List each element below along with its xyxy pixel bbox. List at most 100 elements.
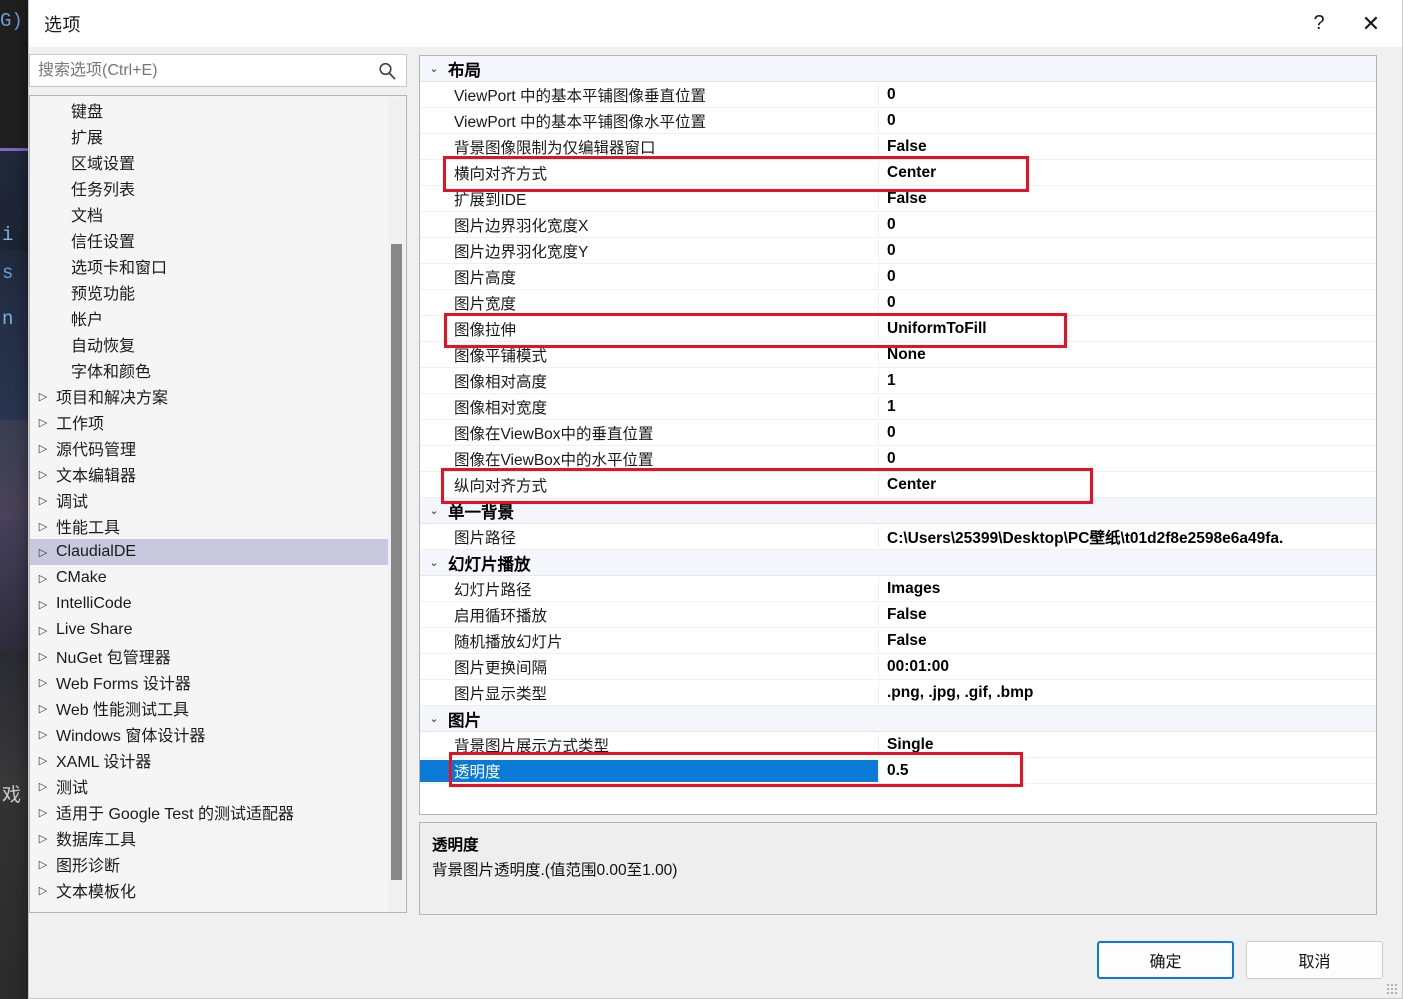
sidebar-item[interactable]: ▷ 文本编辑器: [30, 461, 388, 487]
sidebar-item[interactable]: ▷ 图形诊断: [30, 851, 388, 877]
property-row[interactable]: 图片边界羽化宽度X 0: [420, 212, 1376, 238]
property-row[interactable]: 幻灯片路径 Images: [420, 576, 1376, 602]
sidebar-item[interactable]: ▷ 性能工具: [30, 513, 388, 539]
sidebar-item[interactable]: 字体和颜色: [30, 357, 388, 383]
property-value[interactable]: False: [879, 190, 1376, 208]
tree-scrollbar[interactable]: [388, 97, 405, 912]
sidebar-item[interactable]: ▷ 项目和解决方案: [30, 383, 388, 409]
property-row[interactable]: 图片显示类型 .png, .jpg, .gif, .bmp: [420, 680, 1376, 706]
chevron-right-icon[interactable]: ▷: [33, 858, 53, 871]
sidebar-item[interactable]: 任务列表: [30, 175, 388, 201]
chevron-right-icon[interactable]: ▷: [33, 598, 53, 611]
property-value[interactable]: 1: [879, 372, 1376, 390]
sidebar-item[interactable]: 键盘: [30, 97, 388, 123]
property-value[interactable]: False: [879, 606, 1376, 624]
property-value[interactable]: C:\Users\25399\Desktop\PC壁纸\t01d2f8e2598…: [879, 526, 1376, 548]
property-row[interactable]: 图像在ViewBox中的水平位置 0: [420, 446, 1376, 472]
sidebar-item[interactable]: ▷ Web 性能测试工具: [30, 695, 388, 721]
close-button[interactable]: ✕: [1348, 0, 1394, 47]
property-section-header[interactable]: ⌄ 图片: [420, 706, 1376, 732]
chevron-right-icon[interactable]: ▷: [33, 806, 53, 819]
property-grid[interactable]: ⌄ 布局 ViewPort 中的基本平铺图像垂直位置 0 ViewPort 中的基本平铺…: [419, 55, 1377, 815]
property-value[interactable]: Center: [879, 164, 1376, 182]
property-row[interactable]: 图片边界羽化宽度Y 0: [420, 238, 1376, 264]
property-value[interactable]: 0: [879, 268, 1376, 286]
property-value[interactable]: 0: [879, 424, 1376, 442]
help-button[interactable]: ?: [1296, 0, 1342, 47]
chevron-right-icon[interactable]: ▷: [33, 728, 53, 741]
property-row[interactable]: 图像拉伸 UniformToFill: [420, 316, 1376, 342]
chevron-right-icon[interactable]: ▷: [33, 676, 53, 689]
chevron-right-icon[interactable]: ▷: [33, 520, 53, 533]
sidebar-item[interactable]: ▷ Web Forms 设计器: [30, 669, 388, 695]
property-value[interactable]: Images: [879, 580, 1376, 598]
property-value[interactable]: 0: [879, 112, 1376, 130]
chevron-right-icon[interactable]: ▷: [33, 650, 53, 663]
property-row[interactable]: 图片宽度 0: [420, 290, 1376, 316]
property-row[interactable]: 横向对齐方式 Center: [420, 160, 1376, 186]
resize-grip[interactable]: [1386, 983, 1398, 995]
property-value[interactable]: False: [879, 138, 1376, 156]
chevron-right-icon[interactable]: ▷: [33, 416, 53, 429]
property-row[interactable]: 图像平铺模式 None: [420, 342, 1376, 368]
chevron-right-icon[interactable]: ▷: [33, 468, 53, 481]
sidebar-item[interactable]: 预览功能: [30, 279, 388, 305]
property-value[interactable]: 0.5: [879, 761, 1376, 780]
chevron-right-icon[interactable]: ▷: [33, 546, 53, 559]
property-value[interactable]: False: [879, 632, 1376, 650]
property-row[interactable]: 透明度 0.5: [420, 758, 1376, 784]
chevron-down-icon[interactable]: ⌄: [420, 62, 448, 75]
chevron-right-icon[interactable]: ▷: [33, 832, 53, 845]
chevron-right-icon[interactable]: ▷: [33, 884, 53, 897]
tree-scrollbar-thumb[interactable]: [391, 243, 402, 881]
property-value[interactable]: 1: [879, 398, 1376, 416]
property-section-header[interactable]: ⌄ 布局: [420, 56, 1376, 82]
sidebar-item[interactable]: ▷ 调试: [30, 487, 388, 513]
search-box[interactable]: [29, 54, 407, 87]
ok-button[interactable]: 确定: [1097, 941, 1234, 979]
property-value[interactable]: 0: [879, 294, 1376, 312]
sidebar-item[interactable]: ▷ 适用于 Google Test 的测试适配器: [30, 799, 388, 825]
sidebar-item[interactable]: ▷ XAML 设计器: [30, 747, 388, 773]
property-section-header[interactable]: ⌄ 单一背景: [420, 498, 1376, 524]
chevron-right-icon[interactable]: ▷: [33, 442, 53, 455]
chevron-right-icon[interactable]: ▷: [33, 702, 53, 715]
cancel-button[interactable]: 取消: [1246, 941, 1383, 979]
sidebar-item[interactable]: ▷ Windows 窗体设计器: [30, 721, 388, 747]
property-row[interactable]: ViewPort 中的基本平铺图像垂直位置 0: [420, 82, 1376, 108]
chevron-right-icon[interactable]: ▷: [33, 624, 53, 637]
property-value[interactable]: None: [879, 346, 1376, 364]
property-row[interactable]: 背景图片展示方式类型 Single: [420, 732, 1376, 758]
property-value[interactable]: 0: [879, 242, 1376, 260]
property-row[interactable]: 图片更换间隔 00:01:00: [420, 654, 1376, 680]
chevron-down-icon[interactable]: ⌄: [420, 712, 448, 725]
property-row[interactable]: 扩展到IDE False: [420, 186, 1376, 212]
sidebar-item[interactable]: ▷ CMake: [30, 565, 388, 591]
property-value[interactable]: 0: [879, 216, 1376, 234]
property-row[interactable]: 图片高度 0: [420, 264, 1376, 290]
property-value[interactable]: Single: [879, 736, 1376, 754]
property-value[interactable]: 00:01:00: [879, 658, 1376, 676]
property-value[interactable]: 0: [879, 450, 1376, 468]
sidebar-item[interactable]: ▷ 文本模板化: [30, 877, 388, 903]
property-section-header[interactable]: ⌄ 幻灯片播放: [420, 550, 1376, 576]
property-value[interactable]: 0: [879, 86, 1376, 104]
sidebar-item[interactable]: ▷ 源代码管理: [30, 435, 388, 461]
property-row[interactable]: 随机播放幻灯片 False: [420, 628, 1376, 654]
property-row[interactable]: 图像相对高度 1: [420, 368, 1376, 394]
sidebar-item[interactable]: ▷ 工作项: [30, 409, 388, 435]
property-row[interactable]: 背景图像限制为仅编辑器窗口 False: [420, 134, 1376, 160]
property-value[interactable]: UniformToFill: [879, 320, 1376, 338]
sidebar-item[interactable]: 文档: [30, 201, 388, 227]
property-row[interactable]: ViewPort 中的基本平铺图像水平位置 0: [420, 108, 1376, 134]
chevron-right-icon[interactable]: ▷: [33, 572, 53, 585]
search-icon[interactable]: [377, 61, 397, 81]
property-value[interactable]: .png, .jpg, .gif, .bmp: [879, 684, 1376, 702]
property-row[interactable]: 图片路径 C:\Users\25399\Desktop\PC壁纸\t01d2f8e…: [420, 524, 1376, 550]
sidebar-item[interactable]: ▷ IntelliCode: [30, 591, 388, 617]
sidebar-item[interactable]: 信任设置: [30, 227, 388, 253]
property-row[interactable]: 图像相对宽度 1: [420, 394, 1376, 420]
property-row[interactable]: 图像在ViewBox中的垂直位置 0: [420, 420, 1376, 446]
sidebar-item[interactable]: 帐户: [30, 305, 388, 331]
chevron-down-icon[interactable]: ⌄: [420, 504, 448, 517]
